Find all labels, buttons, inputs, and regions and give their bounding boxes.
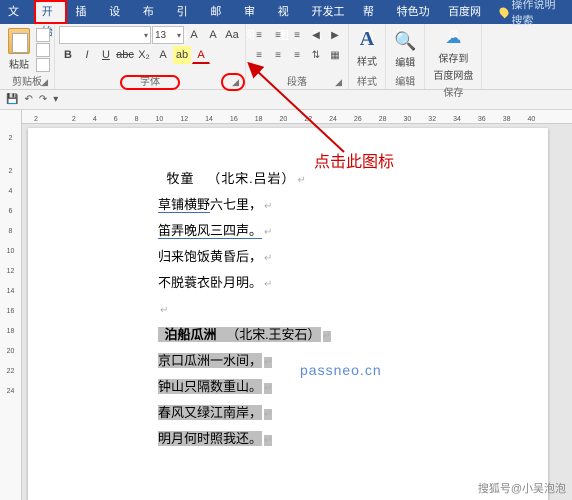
ribbon: 粘贴 剪贴板◢ ▾ 13▾ A A Aa B I U abc: [0, 24, 572, 90]
clipboard-label: 剪贴板◢: [4, 73, 50, 89]
tab-review[interactable]: 审阅: [236, 0, 270, 24]
styles-button[interactable]: A 样式: [353, 26, 381, 70]
grow-font-button[interactable]: A: [185, 26, 203, 44]
group-styles: A 样式 样式: [349, 24, 386, 89]
poem1-line4: 不脱蓑衣卧月明。↵: [158, 270, 548, 296]
text-effects-button[interactable]: A: [154, 46, 172, 64]
quick-access-toolbar: 💾 ↶ ↷ ▾: [0, 90, 572, 110]
qat-customize-icon[interactable]: ▾: [53, 94, 58, 105]
cloud-icon: ☁: [445, 28, 461, 48]
bulb-icon: [497, 6, 510, 19]
strike-button[interactable]: abc: [116, 46, 134, 64]
tab-design[interactable]: 设计: [101, 0, 135, 24]
tell-me[interactable]: 操作说明搜索: [492, 0, 572, 28]
align-center-button[interactable]: ≡: [269, 46, 287, 64]
tell-me-label: 操作说明搜索: [512, 0, 564, 28]
font-group-label: 字体 ◢: [59, 73, 241, 89]
subscript-button[interactable]: X₂: [135, 46, 153, 64]
tab-layout[interactable]: 布局: [135, 0, 169, 24]
styles-btn-label: 样式: [357, 53, 377, 68]
tab-view[interactable]: 视图: [270, 0, 304, 24]
font-family-combo[interactable]: ▾: [59, 26, 151, 44]
shrink-font-button[interactable]: A: [204, 26, 222, 44]
italic-button[interactable]: I: [78, 46, 96, 64]
poem2-line1: 京口瓜洲一水间，↵: [158, 348, 548, 374]
font-size-combo[interactable]: 13▾: [152, 26, 184, 44]
styles-icon: A: [360, 28, 374, 51]
qat-redo-icon[interactable]: ↷: [39, 94, 47, 105]
paste-button[interactable]: 粘贴: [4, 26, 34, 73]
save-line2: 百度网盘: [433, 67, 473, 82]
paragraph-label: 段落◢: [250, 73, 344, 89]
qat-save-icon[interactable]: 💾: [6, 94, 18, 105]
find-icon: 🔍: [394, 31, 416, 52]
save-line1: 保存到: [438, 50, 468, 65]
poem2-title: 泊船瓜洲 （北宋.王安石）↵: [158, 322, 548, 348]
align-right-button[interactable]: ≡: [288, 46, 306, 64]
poem2-line3: 春风又绿江南岸，↵: [158, 400, 548, 426]
line-spacing-button[interactable]: ⇅: [307, 46, 325, 64]
copy-button[interactable]: [36, 43, 50, 57]
vertical-ruler[interactable]: 224681012141618202224: [0, 110, 22, 500]
tab-insert[interactable]: 插入: [67, 0, 101, 24]
group-save: ☁ 保存到 百度网盘 保存: [425, 24, 482, 89]
editing-button[interactable]: 🔍 编辑: [390, 29, 420, 71]
group-paragraph: ≡ ≡ ≡ ◀ ▶ ≡ ≡ ≡ ⇅ ▦ 段落◢: [246, 24, 349, 89]
font-color-button[interactable]: A: [192, 46, 210, 64]
paragraph-launcher[interactable]: ◢: [334, 77, 343, 88]
poem1-line2: 笛弄晚风三四声。↵: [158, 218, 548, 244]
tab-bar: 文件 开始 插入 设计 布局 引用 邮件 审阅 视图 开发工具 帮助 特色功能 …: [0, 0, 572, 24]
cut-button[interactable]: [36, 28, 50, 42]
tab-help[interactable]: 帮助: [355, 0, 389, 24]
align-left-button[interactable]: ≡: [250, 46, 268, 64]
group-font: ▾ 13▾ A A Aa B I U abc X₂ A ab A 字体 ◢: [55, 24, 246, 89]
font-launcher-highlight: [221, 73, 245, 91]
tab-mail[interactable]: 邮件: [202, 0, 236, 24]
bold-button[interactable]: B: [59, 46, 77, 64]
numbering-button[interactable]: ≡: [269, 26, 287, 44]
bullets-button[interactable]: ≡: [250, 26, 268, 44]
group-editing: 🔍 编辑 编辑: [386, 24, 425, 89]
qat-undo-icon[interactable]: ↶: [24, 94, 32, 105]
multilevel-button[interactable]: ≡: [288, 26, 306, 44]
group-clipboard: 粘贴 剪贴板◢: [0, 24, 55, 89]
highlight-button[interactable]: ab: [173, 46, 191, 64]
shading-button[interactable]: ▦: [326, 46, 344, 64]
decrease-indent-button[interactable]: ◀: [307, 26, 325, 44]
blank-line: ↵: [158, 296, 548, 322]
tab-special[interactable]: 特色功能: [389, 0, 440, 24]
increase-indent-button[interactable]: ▶: [326, 26, 344, 44]
tab-dev[interactable]: 开发工具: [303, 0, 354, 24]
horizontal-ruler[interactable]: 2246810121416182022242628303234363840: [22, 110, 572, 124]
poem1-line1: 草铺横野六七里，↵: [158, 192, 548, 218]
paste-icon: [8, 28, 30, 54]
tab-references[interactable]: 引用: [169, 0, 203, 24]
paste-label: 粘贴: [9, 56, 29, 71]
poem2-line2: 钟山只隔数重山。↵: [158, 374, 548, 400]
tab-baidu[interactable]: 百度网盘: [440, 0, 491, 24]
poem1-title: 牧童 （北宋.吕岩）↵: [158, 166, 548, 192]
format-painter-button[interactable]: [36, 58, 50, 72]
document-area: 224681012141618202224 224681012141618202…: [0, 110, 572, 500]
tab-home[interactable]: 开始: [34, 0, 68, 24]
underline-button[interactable]: U: [97, 46, 115, 64]
poem2-line4: 明月何时照我还。↵: [158, 426, 548, 452]
save-baidu-button[interactable]: ☁ 保存到 百度网盘: [429, 26, 477, 84]
tab-file[interactable]: 文件: [0, 0, 34, 24]
save-group-label: 保存: [429, 84, 477, 100]
poem1-line3: 归来饱饭黄昏后，↵: [158, 244, 548, 270]
editing-btn-label: 编辑: [395, 54, 415, 69]
styles-group-label: 样式: [353, 73, 381, 89]
editing-group-label: 编辑: [390, 73, 420, 89]
page[interactable]: 牧童 （北宋.吕岩）↵ 草铺横野六七里，↵ 笛弄晚风三四声。↵ 归来饱饭黄昏后，…: [28, 128, 548, 500]
clipboard-launcher[interactable]: ◢: [40, 77, 49, 88]
attribution: 搜狐号@小吴泡泡: [478, 480, 566, 496]
change-case-button[interactable]: Aa: [223, 26, 241, 44]
